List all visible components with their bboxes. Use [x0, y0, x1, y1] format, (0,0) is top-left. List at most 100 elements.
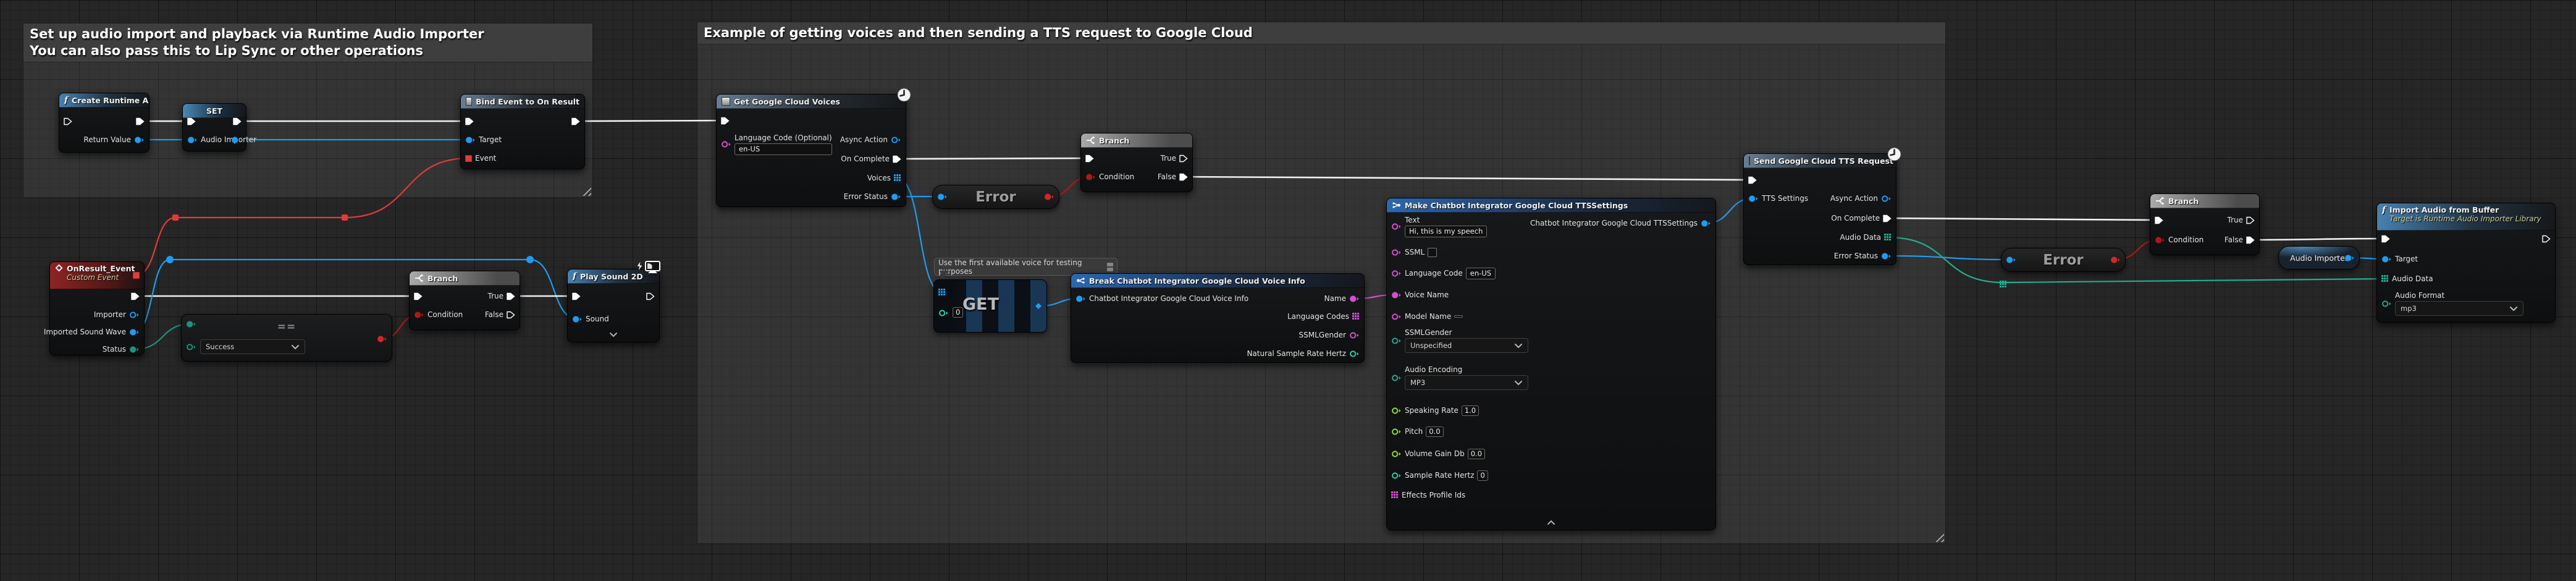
- branch-2-pin-condition[interactable]: [1085, 173, 1096, 181]
- make-tts-settings-pin-text-text-field[interactable]: Hi, this is my speech: [1405, 226, 1487, 237]
- make-tts-settings-pin-effectsProfileIds[interactable]: [1391, 491, 1399, 499]
- reroute-node[interactable]: [166, 256, 174, 263]
- equal-enum-enum-dropdown[interactable]: Success: [200, 339, 305, 354]
- break-voice-info-pin-structIn[interactable]: [1075, 295, 1086, 303]
- reroute-node[interactable]: [2000, 279, 2007, 290]
- import-audio-from-buffer-pin-audioFormat[interactable]: [2381, 300, 2392, 308]
- comment-resize-handle[interactable]: [1935, 533, 1944, 542]
- reroute-node[interactable]: [526, 256, 534, 263]
- play-sound-2d-pin-sound[interactable]: [572, 315, 583, 323]
- create-runtime-audio-importer-pin-execOut[interactable]: [136, 117, 145, 125]
- bind-event-to-on-result-pin-execIn[interactable]: [465, 117, 474, 125]
- send-google-cloud-tts-request-pin-errorStatus[interactable]: [1881, 252, 1892, 260]
- make-tts-settings-pin-sampleRateHertz[interactable]: [1391, 472, 1402, 480]
- audio-importer-variable[interactable]: Audio Importer: [2278, 246, 2360, 269]
- make-tts-settings-pin-languageCode-text-field[interactable]: en-US: [1466, 268, 1496, 279]
- bind-event-to-on-result[interactable]: Bind Event to On ResultTargetEvent: [460, 94, 585, 169]
- onresult-custom-event-pin-delegateOut[interactable]: [133, 272, 140, 279]
- equal-enum-pin-in2[interactable]: [186, 343, 196, 351]
- get-google-cloud-voices[interactable]: Get Google Cloud VoicesLanguage Code (Op…: [716, 94, 906, 207]
- get-google-cloud-voices-pin-onComplete[interactable]: [893, 155, 901, 163]
- set-audio-importer-pin-valIn[interactable]: [187, 136, 198, 144]
- play-sound-2d-pin-execIn[interactable]: [572, 292, 581, 300]
- onresult-custom-event-pin-status[interactable]: [129, 346, 140, 354]
- node-expand-chevron[interactable]: [609, 329, 618, 341]
- branch-2-pin-false[interactable]: [1179, 173, 1188, 181]
- get-google-cloud-voices-pin-voices[interactable]: [894, 174, 901, 182]
- break-voice-info-pin-naturalSampleRateHertz[interactable]: [1349, 350, 1360, 358]
- make-tts-settings-pin-volumeGainDb[interactable]: [1391, 450, 1402, 458]
- branch-1-pin-execIn[interactable]: [414, 292, 423, 300]
- equal-enum-pin-in1[interactable]: [186, 320, 196, 328]
- make-tts-settings-pin-pitch-value-field[interactable]: 0.0: [1426, 426, 1443, 437]
- branch-2[interactable]: BranchConditionTrueFalse: [1080, 133, 1193, 192]
- get-array-element-pin-out[interactable]: [1035, 302, 1042, 310]
- play-sound-2d-pin-execOut[interactable]: [646, 292, 655, 300]
- reroute-node[interactable]: [342, 214, 348, 221]
- branch-1-pin-condition[interactable]: [414, 311, 424, 319]
- onresult-custom-event[interactable]: OnResult_EventCustom EventImporterImport…: [49, 261, 145, 355]
- get-google-cloud-voices-pin-langCode-text-field[interactable]: en-US: [734, 143, 832, 155]
- send-google-cloud-tts-request-pin-audioData[interactable]: [1884, 234, 1892, 241]
- onresult-custom-event-pin-importer[interactable]: [129, 311, 140, 319]
- make-tts-settings-pin-text[interactable]: [1391, 223, 1402, 231]
- break-voice-info-pin-languageCodes[interactable]: [1352, 313, 1360, 320]
- make-tts-settings-pin-audioEncoding-dropdown[interactable]: MP3: [1405, 375, 1528, 390]
- branch-3-pin-condition[interactable]: [2155, 236, 2165, 244]
- get-google-cloud-voices-pin-errorStatus[interactable]: [891, 193, 901, 201]
- node-collapse-chevron[interactable]: [1547, 517, 1555, 528]
- branch-1-pin-false[interactable]: [507, 311, 515, 319]
- play-sound-2d[interactable]: fPlay Sound 2DSound: [567, 269, 660, 342]
- send-google-cloud-tts-request-pin-asyncAction[interactable]: [1881, 195, 1892, 203]
- equal-enum-pin-out[interactable]: [377, 335, 387, 343]
- get-google-cloud-voices-pin-langCode[interactable]: [721, 140, 731, 148]
- error-macro-2[interactable]: Error: [2001, 248, 2126, 272]
- make-tts-settings-pin-volumeGainDb-value-field[interactable]: 0.0: [1468, 449, 1485, 459]
- import-audio-from-buffer-pin-target[interactable]: [2381, 255, 2392, 263]
- send-google-cloud-tts-request-pin-ttsSettings[interactable]: [1748, 195, 1759, 203]
- make-tts-settings-pin-voiceName[interactable]: [1391, 291, 1402, 299]
- reroute-node[interactable]: [172, 214, 179, 221]
- branch-3-pin-execIn[interactable]: [2155, 216, 2163, 224]
- equal-enum[interactable]: ==Success: [181, 314, 392, 362]
- set-audio-importer-pin-execOut[interactable]: [233, 117, 242, 125]
- blueprint-canvas[interactable]: Set up audio import and playback via Run…: [0, 0, 2576, 581]
- branch-3-pin-true[interactable]: [2246, 216, 2255, 224]
- send-google-cloud-tts-request-pin-onComplete[interactable]: [1883, 214, 1892, 223]
- make-tts-settings-pin-speakingRate[interactable]: [1391, 407, 1402, 415]
- get-array-element-pin-arrayIn[interactable]: [938, 289, 946, 296]
- branch-1-pin-true[interactable]: [507, 292, 515, 300]
- make-tts-settings-pin-languageCode[interactable]: [1391, 269, 1402, 278]
- break-voice-info-pin-name[interactable]: [1349, 295, 1360, 303]
- set-audio-importer[interactable]: SETAudio Importer: [182, 103, 246, 151]
- create-runtime-audio-importer-pin-returnValue[interactable]: [134, 136, 145, 144]
- bind-event-to-on-result-pin-event[interactable]: [465, 155, 472, 162]
- send-google-cloud-tts-request-pin-execIn[interactable]: [1748, 176, 1757, 184]
- branch-2-pin-execIn[interactable]: [1085, 155, 1094, 163]
- break-voice-info[interactable]: Break Chatbot Integrator Google Cloud Vo…: [1071, 273, 1365, 363]
- import-audio-from-buffer[interactable]: fImport Audio from BufferTarget is Runti…: [2376, 203, 2556, 323]
- branch-2-pin-true[interactable]: [1179, 155, 1188, 163]
- get-array-element-pin-indexIn[interactable]: [938, 309, 949, 317]
- bubble-pin-icon[interactable]: [1107, 263, 1113, 271]
- make-tts-settings-pin-modelName[interactable]: [1391, 313, 1402, 321]
- error-macro-2-pin-out[interactable]: [2110, 256, 2121, 264]
- get-array-element-index-field[interactable]: 0: [953, 307, 963, 318]
- get-array-element[interactable]: GET0: [933, 279, 1047, 333]
- send-google-cloud-tts-request[interactable]: Send Google Cloud TTS RequestTTS Setting…: [1743, 153, 1896, 265]
- get-google-cloud-voices-pin-execIn[interactable]: [721, 117, 730, 125]
- import-audio-from-buffer-pin-execOut[interactable]: [2542, 235, 2551, 243]
- bind-event-to-on-result-pin-execOut[interactable]: [571, 117, 580, 125]
- make-tts-settings-pin-pitch[interactable]: [1391, 428, 1402, 436]
- onresult-custom-event-pin-importedSoundWave[interactable]: [129, 328, 140, 336]
- audio-importer-variable-pin-out[interactable]: [2344, 254, 2355, 262]
- make-tts-settings-pin-sampleRateHertz-value-field[interactable]: 0: [1477, 470, 1488, 481]
- onresult-custom-event-pin-execOut[interactable]: [131, 292, 140, 300]
- make-tts-settings-pin-modelName-text-field[interactable]: [1454, 315, 1463, 318]
- make-tts-settings-pin-ssmlGender-dropdown[interactable]: Unspecified: [1405, 338, 1528, 353]
- create-runtime-audio-importer[interactable]: fCreate Runtime Audio ImporterReturn Val…: [59, 93, 149, 153]
- error-macro-1-pin-in[interactable]: [937, 193, 948, 201]
- set-audio-importer-pin-valOut[interactable]: [231, 136, 242, 144]
- make-tts-settings-pin-out[interactable]: [1701, 219, 1711, 227]
- branch-3-pin-false[interactable]: [2246, 236, 2255, 244]
